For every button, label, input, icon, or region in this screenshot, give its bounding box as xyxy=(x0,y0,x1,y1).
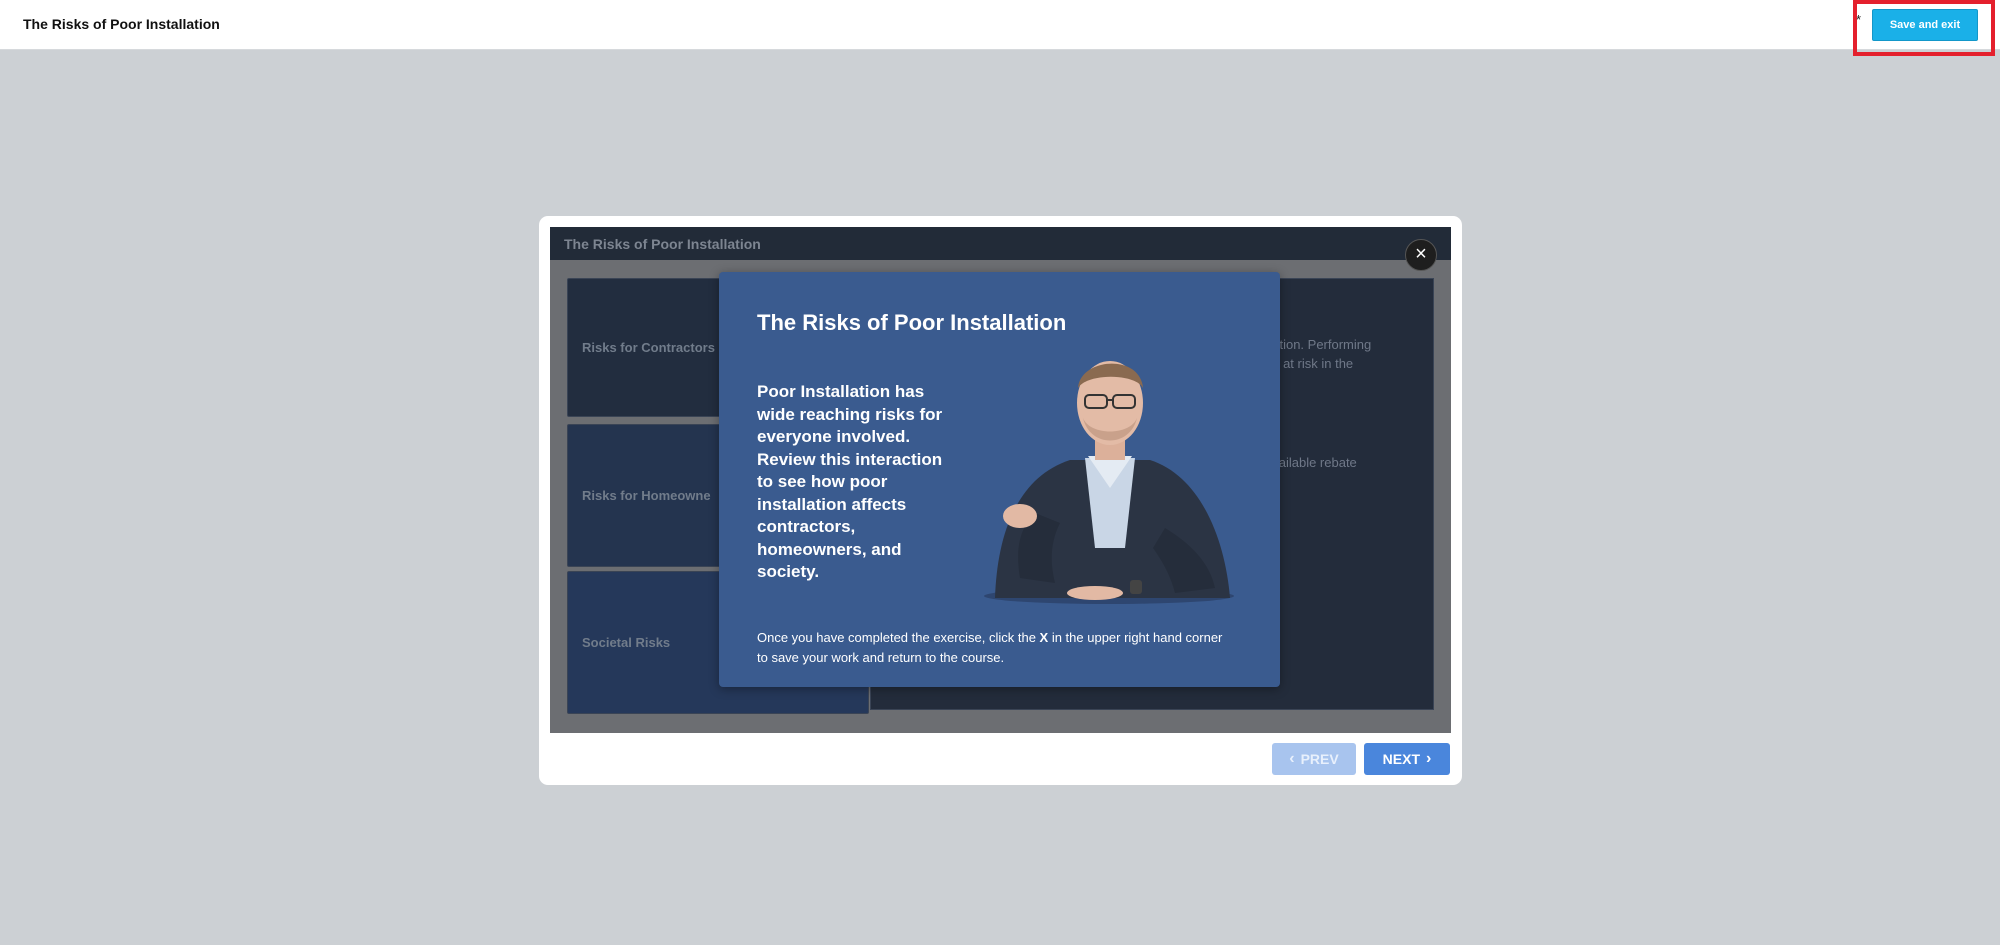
chevron-left-icon: ‹ xyxy=(1289,750,1295,767)
panel-text: eption. Performing ou at risk in the xyxy=(1265,337,1372,371)
top-bar: The Risks of Poor Installation * Save an… xyxy=(0,0,2000,56)
save-and-exit-button[interactable]: Save and exit xyxy=(1872,9,1978,41)
prev-label: PREV xyxy=(1300,751,1339,767)
modal-instructions: Once you have completed the exercise, cl… xyxy=(757,630,1223,665)
prev-button[interactable]: ‹ PREV xyxy=(1272,743,1356,775)
tab-label: Risks for Homeowne xyxy=(582,488,711,503)
modal-title: The Risks of Poor Installation xyxy=(757,310,1067,335)
next-button[interactable]: NEXT › xyxy=(1364,743,1450,775)
close-icon: × xyxy=(1415,243,1427,265)
presenter-image xyxy=(984,361,1234,604)
next-label: NEXT xyxy=(1382,751,1420,767)
intro-modal: The Risks of Poor Installation Poor Inst… xyxy=(719,272,1280,687)
slide-title: The Risks of Poor Installation xyxy=(564,236,761,252)
close-button[interactable]: × xyxy=(1405,239,1437,271)
slide-header: The Risks of Poor Installation xyxy=(550,227,1451,260)
panel-text: available rebate xyxy=(1265,455,1357,470)
page-title: The Risks of Poor Installation xyxy=(23,16,220,32)
tab-label: Risks for Contractors xyxy=(582,340,715,355)
tab-label: Societal Risks xyxy=(582,635,671,650)
chevron-right-icon: › xyxy=(1426,750,1432,767)
modal-body: Poor Installation has wide reaching risk… xyxy=(757,382,943,581)
